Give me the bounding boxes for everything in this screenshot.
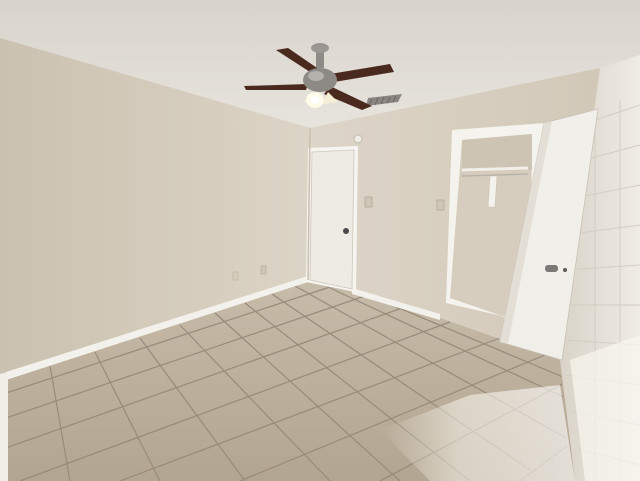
closet-door-handle[interactable]	[545, 265, 558, 272]
wall-outlet	[232, 271, 239, 281]
fan-canopy	[311, 43, 329, 53]
bedroom-photo	[0, 0, 640, 481]
closed-door[interactable]	[309, 149, 355, 290]
fan-motor-highlight	[308, 71, 324, 81]
wall-outlet	[260, 265, 267, 275]
left-corner-trim	[0, 372, 8, 481]
closet-light-switch[interactable]	[436, 199, 445, 211]
closet-door-lock	[563, 268, 567, 272]
smoke-detector	[353, 134, 363, 144]
closet-interior-back	[462, 134, 532, 172]
closet-shelf	[461, 166, 529, 172]
light-switch[interactable]	[364, 196, 373, 208]
door-knob[interactable]	[343, 228, 349, 234]
